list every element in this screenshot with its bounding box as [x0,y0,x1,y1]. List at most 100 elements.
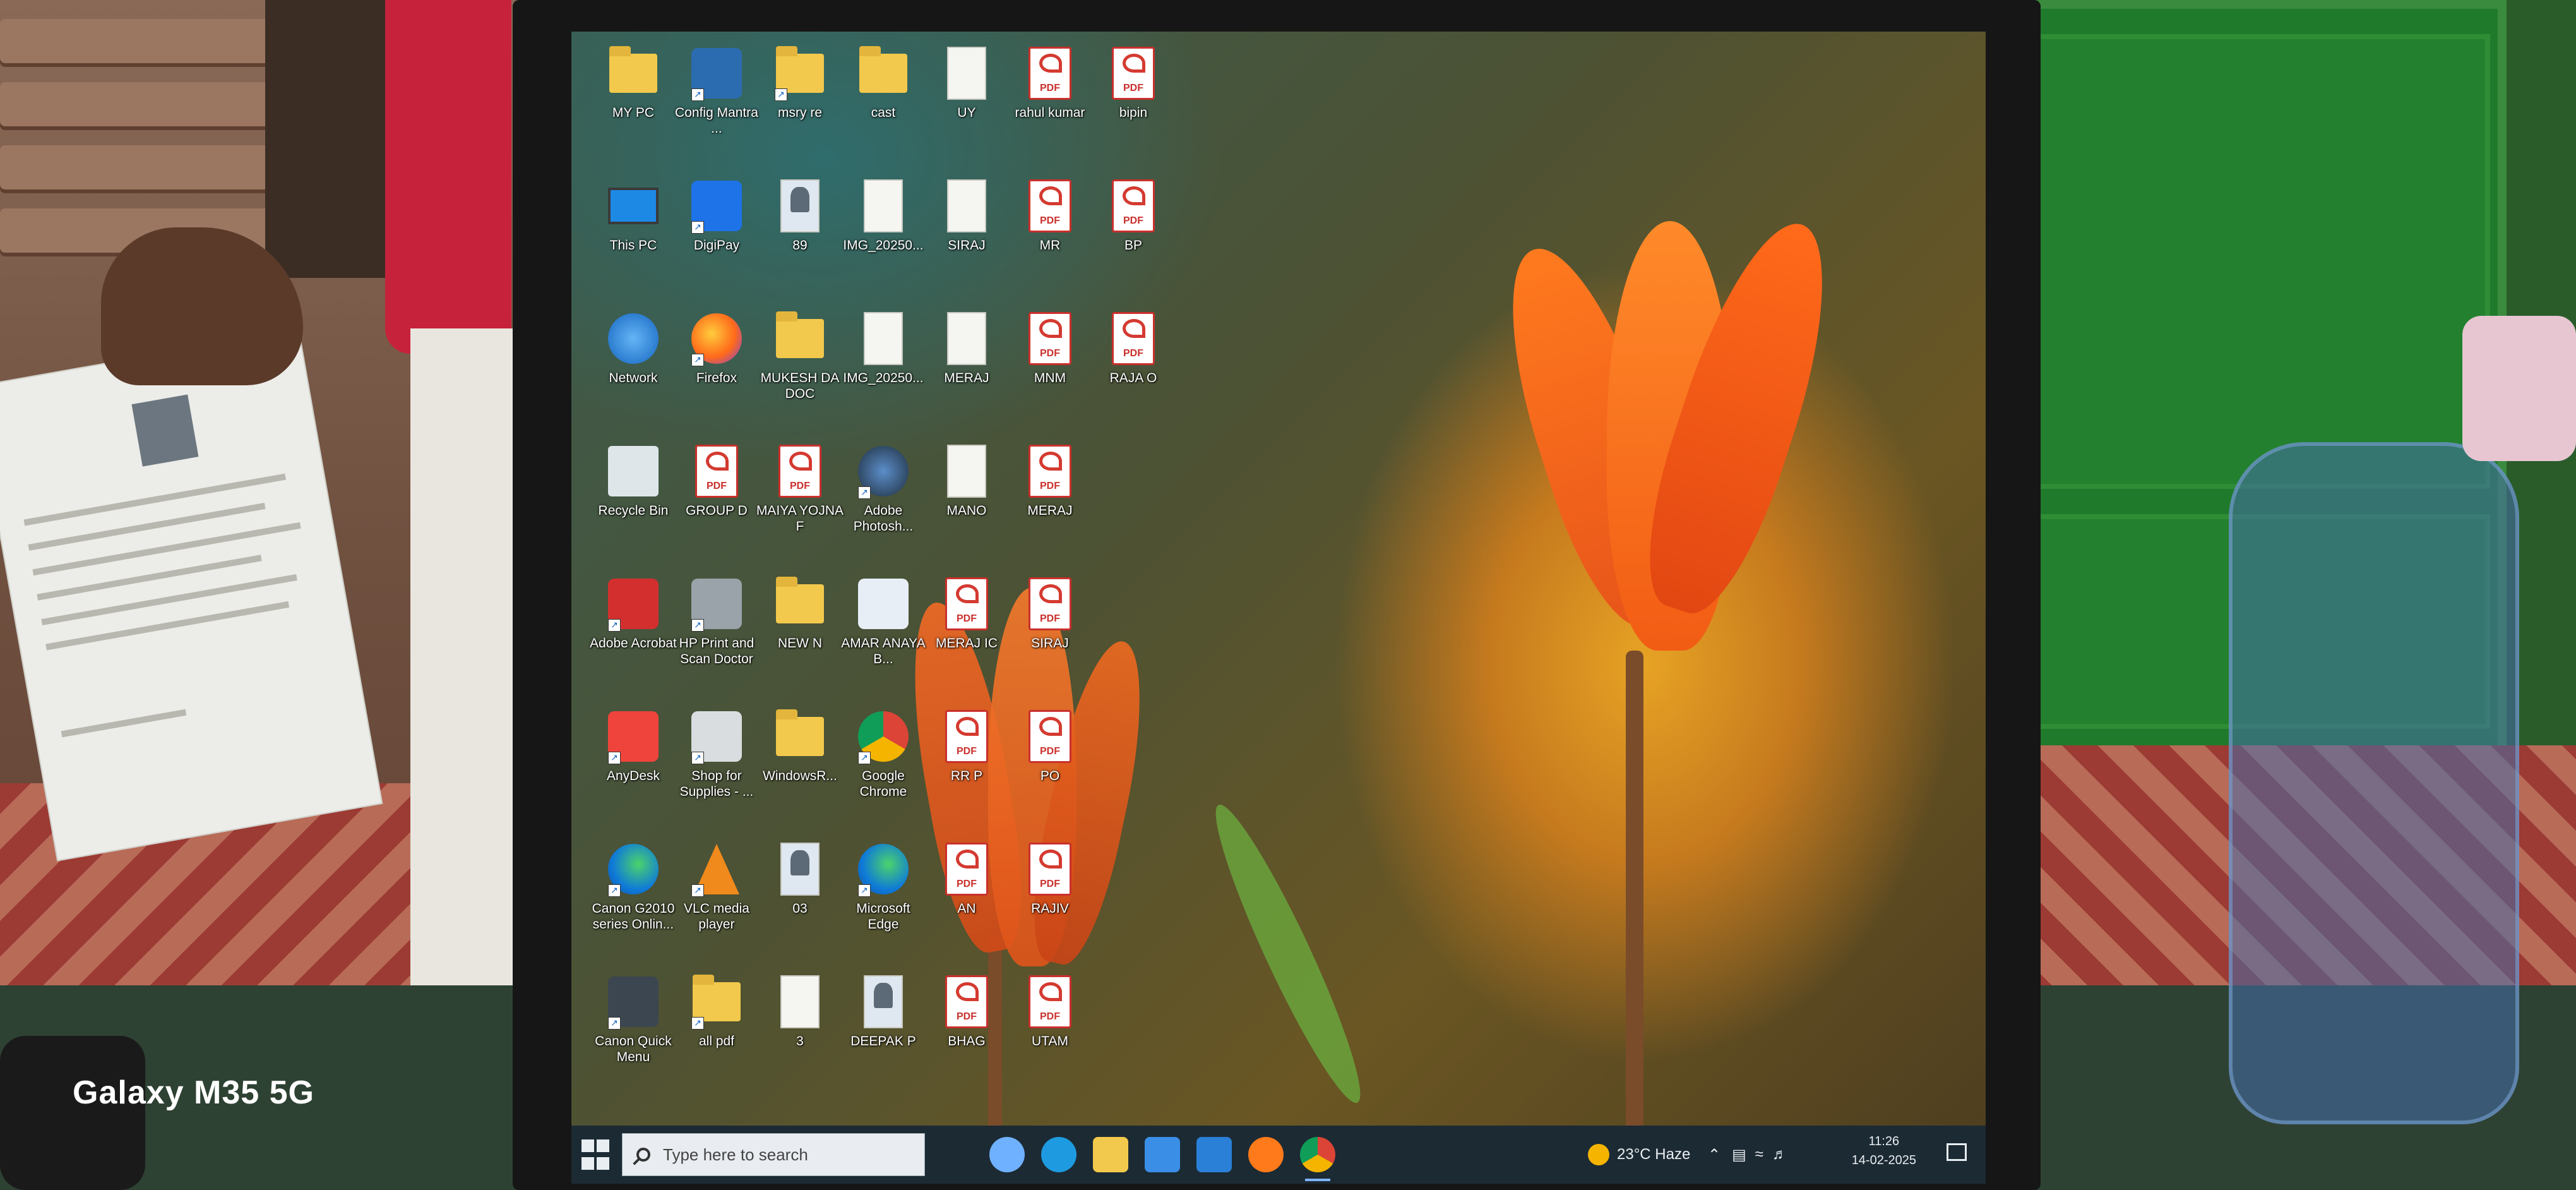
desktop-icon[interactable]: 89 [756,177,844,253]
desktop-icon[interactable]: AMAR ANAYA B... [839,575,927,667]
desktop-icon-label: DigiPay [693,238,740,253]
taskbar-clock[interactable]: 11:26 14-02-2025 [1852,1132,1916,1170]
folder-icon [773,707,826,766]
desktop-icon-label: MR [1039,238,1061,253]
desktop-icon[interactable]: Network [589,310,677,386]
desktop-icon[interactable]: PDF bipin [1089,44,1178,121]
desktop-icon[interactable]: IMG_20250... [839,310,927,386]
desktop-icon[interactable]: PDF BP [1089,177,1178,253]
shortcut-arrow-icon: ↗ [775,88,787,101]
desktop-icon-label: Network [609,371,658,385]
desktop-icon[interactable]: PDF BHAG [922,973,1011,1049]
desktop-icon[interactable]: 3 [756,973,844,1049]
acrobat-icon: ↗ [607,575,660,633]
desktop-icon[interactable]: ↗ Canon G2010 series Onlin... [589,840,677,932]
document-icon [857,177,910,235]
document-icon [773,973,826,1031]
weather-widget[interactable]: 23°C Haze [1588,1126,1690,1184]
pdf-file-icon: PDF [1023,310,1076,368]
desktop-icon[interactable]: MANO [922,442,1011,519]
desktop-icon-label: NEW N [778,636,822,651]
desktop-icon[interactable]: ↗ Firefox [672,310,761,386]
desktop-icon[interactable]: ↗ Microsoft Edge [839,840,927,932]
desktop-icon[interactable]: ↗ Shop for Supplies - ... [672,707,761,800]
desktop-icon[interactable]: ↗ Adobe Photosh... [839,442,927,534]
desktop-icon[interactable]: PDF MR [1006,177,1094,253]
desktop-icon[interactable]: DEEPAK P [839,973,927,1049]
volume-icon[interactable]: ♬ [1772,1146,1787,1163]
pdf-file-icon: PDF [1023,973,1076,1031]
start-button[interactable] [578,1138,611,1171]
desktop-icon[interactable]: PDF AN [922,840,1011,917]
desktop-icon[interactable]: PDF RAJA O [1089,310,1178,386]
desktop-icon[interactable]: SIRAJ [922,177,1011,253]
clock-date: 14-02-2025 [1851,1153,1916,1167]
desktop-icon[interactable]: MERAJ [922,310,1011,386]
desktop-icon-label: MNM [1034,371,1066,385]
wifi-icon[interactable]: ≈ [1755,1146,1763,1163]
desktop-icon[interactable]: IMG_20250... [839,177,927,253]
desktop-icon-label: all pdf [698,1034,735,1049]
system-tray: ⌃ ▤ ≈ ♬ [1708,1126,1787,1184]
desktop-icon[interactable]: This PC [589,177,677,253]
copilot-icon[interactable] [989,1137,1025,1172]
desktop-icon[interactable]: ↗ AnyDesk [589,707,677,784]
desktop-icon[interactable]: PDF PO [1006,707,1094,784]
pdf-file-icon: PDF [1023,442,1076,500]
desktop-icon[interactable]: MY PC [589,44,677,121]
desktop-icon[interactable]: MUKESH DA DOC [756,310,844,402]
desktop-icon-label: Adobe Photosh... [853,503,914,534]
desktop-icon[interactable]: ↗ Google Chrome [839,707,927,800]
shortcut-arrow-icon: ↗ [608,884,621,897]
desktop-icon-label: DEEPAK P [850,1034,916,1049]
desktop-icon[interactable]: PDF UTAM [1006,973,1094,1049]
desktop-icon[interactable]: PDF RR P [922,707,1011,784]
camera-watermark: Galaxy M35 5G [73,1074,314,1111]
desktop-icon[interactable]: ↗ Config Mantra ... [672,44,761,136]
photo-file-icon [773,840,826,898]
taskbar-search-box[interactable]: Type here to search [622,1133,925,1176]
chrome-icon[interactable] [1300,1137,1335,1172]
desktop-icon[interactable]: PDF MERAJ [1006,442,1094,519]
firefox-icon[interactable] [1248,1137,1284,1172]
desktop-icon[interactable]: PDF RAJIV [1006,840,1094,917]
chrome-icon: ↗ [857,707,910,766]
desktop-icon[interactable]: PDF rahul kumar [1006,44,1094,121]
desktop-icon[interactable]: UY [922,44,1011,121]
desktop-icon[interactable]: ↗ DigiPay [672,177,761,253]
network-icon[interactable]: ▤ [1732,1146,1746,1164]
desktop-icon-label: Microsoft Edge [856,901,910,932]
document-icon [857,310,910,368]
shortcut-arrow-icon: ↗ [691,221,704,234]
notification-icon[interactable] [1947,1143,1967,1161]
desktop-icon[interactable]: NEW N [756,575,844,651]
desktop-icon[interactable]: ↗ Adobe Acrobat [589,575,677,651]
desktop-icon[interactable]: PDF MERAJ IC [922,575,1011,651]
desktop-icon[interactable]: ↗ HP Print and Scan Doctor [672,575,761,667]
folder-icon: ↗ [690,973,743,1031]
pdf-file-icon: PDF [940,973,993,1031]
desktop-icon[interactable]: ↗ msry re [756,44,844,121]
this-pc-icon [607,177,660,235]
vlc-icon: ↗ [690,840,743,898]
desktop-icon[interactable]: ↗ all pdf [672,973,761,1049]
file-explorer-icon[interactable] [1093,1137,1128,1172]
desktop-icon[interactable]: 03 [756,840,844,917]
mail-icon[interactable] [1196,1137,1232,1172]
desktop-icon[interactable]: ↗ VLC media player [672,840,761,932]
desktop-icon-label: msry re [778,105,822,120]
desktop-icon[interactable]: ↗ Canon Quick Menu [589,973,677,1065]
desktop-icon[interactable]: PDF MAIYA YOJNA F [756,442,844,534]
chevron-up-icon[interactable]: ⌃ [1708,1146,1720,1164]
desktop-icon[interactable]: PDF MNM [1006,310,1094,386]
desktop-icon[interactable]: PDF SIRAJ [1006,575,1094,651]
desktop-icon-label: BHAG [948,1034,986,1049]
desktop-icon-label: GROUP D [686,503,748,518]
edge-icon[interactable] [1041,1137,1076,1172]
desktop-icon[interactable]: PDF GROUP D [672,442,761,519]
digipay-icon: ↗ [690,177,743,235]
desktop-icon[interactable]: cast [839,44,927,121]
desktop-icon[interactable]: WindowsR... [756,707,844,784]
store-icon[interactable] [1145,1137,1180,1172]
desktop-icon[interactable]: Recycle Bin [589,442,677,519]
